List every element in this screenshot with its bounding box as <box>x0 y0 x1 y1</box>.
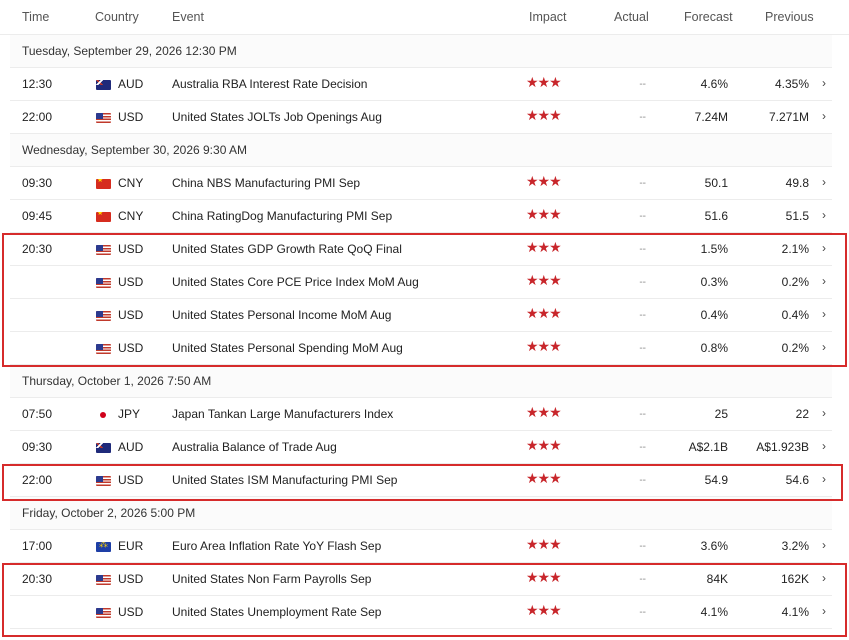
table-row[interactable]: 09:30 CNY China NBS Manufacturing PMI Se… <box>10 167 832 200</box>
japan-flag-icon <box>96 410 111 420</box>
impact-stars-icon: ★★★ <box>526 173 562 189</box>
previous-value: 49.8 <box>785 176 809 190</box>
actual-value: -- <box>639 78 646 90</box>
date-label: Thursday, October 1, 2026 7:50 AM <box>22 374 212 388</box>
event-name[interactable]: Australia RBA Interest Rate Decision <box>172 77 367 91</box>
impact-stars-icon: ★★★ <box>526 107 562 123</box>
event-name[interactable]: China NBS Manufacturing PMI Sep <box>172 176 360 190</box>
eu-flag-icon <box>96 542 111 552</box>
impact-stars-icon: ★★★ <box>526 437 562 453</box>
date-label: Tuesday, September 29, 2026 12:30 PM <box>22 44 237 58</box>
event-time: 07:50 <box>22 407 53 421</box>
forecast-value: 25 <box>714 407 728 421</box>
previous-value: 22 <box>795 407 809 421</box>
chevron-right-icon[interactable]: › <box>822 76 826 90</box>
currency-code: EUR <box>118 539 144 553</box>
date-header: Thursday, October 1, 2026 7:50 AM <box>10 365 832 398</box>
highlight-box <box>2 464 843 501</box>
previous-value: A$1.923B <box>756 440 809 454</box>
event-name[interactable]: Australia Balance of Trade Aug <box>172 440 337 454</box>
forecast-value: 4.6% <box>700 77 728 91</box>
previous-value: 51.5 <box>785 209 809 223</box>
impact-stars-icon: ★★★ <box>526 206 562 222</box>
header-forecast[interactable]: Forecast <box>684 10 733 24</box>
event-time: 09:30 <box>22 440 53 454</box>
australia-flag-icon <box>96 443 111 453</box>
header-time[interactable]: Time <box>22 10 49 24</box>
chevron-right-icon[interactable]: › <box>822 109 826 123</box>
highlight-box <box>2 563 847 637</box>
table-row[interactable]: 17:00 EUR Euro Area Inflation Rate YoY F… <box>10 530 832 563</box>
previous-value: 7.271M <box>768 110 809 124</box>
header-actual[interactable]: Actual <box>614 10 649 24</box>
forecast-value: 3.6% <box>700 539 728 553</box>
date-header: Wednesday, September 30, 2026 9:30 AM <box>10 134 832 167</box>
event-time: 09:45 <box>22 209 53 223</box>
event-time: 22:00 <box>22 110 53 124</box>
actual-value: -- <box>639 540 646 552</box>
event-name[interactable]: Japan Tankan Large Manufacturers Index <box>172 407 393 421</box>
header-previous[interactable]: Previous <box>765 10 814 24</box>
event-time: 12:30 <box>22 77 53 91</box>
usa-flag-icon <box>96 113 111 123</box>
event-name[interactable]: Euro Area Inflation Rate YoY Flash Sep <box>172 539 381 553</box>
currency-code: JPY <box>118 407 141 421</box>
actual-value: -- <box>639 210 646 222</box>
header-country[interactable]: Country <box>95 10 139 24</box>
actual-value: -- <box>639 441 646 453</box>
date-label: Friday, October 2, 2026 5:00 PM <box>22 506 196 520</box>
table-header: Time Country Event Impact Actual Forecas… <box>0 0 849 35</box>
forecast-value: 7.24M <box>694 110 728 124</box>
event-name[interactable]: China RatingDog Manufacturing PMI Sep <box>172 209 392 223</box>
forecast-value: A$2.1B <box>688 440 728 454</box>
chevron-right-icon[interactable]: › <box>822 208 826 222</box>
event-time: 09:30 <box>22 176 53 190</box>
chevron-right-icon[interactable]: › <box>822 538 826 552</box>
table-row[interactable]: 07:50 JPY Japan Tankan Large Manufacture… <box>10 398 832 431</box>
date-header: Friday, October 2, 2026 5:00 PM <box>10 497 832 530</box>
impact-stars-icon: ★★★ <box>526 74 562 90</box>
date-header: Tuesday, September 29, 2026 12:30 PM <box>10 35 832 68</box>
actual-value: -- <box>639 408 646 420</box>
actual-value: -- <box>639 177 646 189</box>
header-event[interactable]: Event <box>172 10 204 24</box>
date-label: Wednesday, September 30, 2026 9:30 AM <box>22 143 248 157</box>
forecast-value: 51.6 <box>704 209 728 223</box>
currency-code: CNY <box>118 209 144 223</box>
impact-stars-icon: ★★★ <box>526 404 562 420</box>
china-flag-icon <box>96 179 111 189</box>
impact-stars-icon: ★★★ <box>526 536 562 552</box>
currency-code: AUD <box>118 440 144 454</box>
chevron-right-icon[interactable]: › <box>822 406 826 420</box>
actual-value: -- <box>639 111 646 123</box>
forecast-value: 50.1 <box>704 176 728 190</box>
chevron-right-icon[interactable]: › <box>822 175 826 189</box>
header-impact[interactable]: Impact <box>529 10 567 24</box>
table-row[interactable]: 09:30 AUD Australia Balance of Trade Aug… <box>10 431 832 464</box>
australia-flag-icon <box>96 80 111 90</box>
chevron-right-icon[interactable]: › <box>822 439 826 453</box>
currency-code: AUD <box>118 77 144 91</box>
currency-code: USD <box>118 110 144 124</box>
table-row[interactable]: 22:00 USD United States JOLTs Job Openin… <box>10 101 832 134</box>
currency-code: CNY <box>118 176 144 190</box>
china-flag-icon <box>96 212 111 222</box>
table-row[interactable]: 12:30 AUD Australia RBA Interest Rate De… <box>10 68 832 101</box>
table-row[interactable]: 09:45 CNY China RatingDog Manufacturing … <box>10 200 832 233</box>
highlight-box <box>2 233 847 367</box>
event-name[interactable]: United States JOLTs Job Openings Aug <box>172 110 382 124</box>
event-time: 17:00 <box>22 539 53 553</box>
previous-value: 3.2% <box>781 539 809 553</box>
previous-value: 4.35% <box>774 77 809 91</box>
